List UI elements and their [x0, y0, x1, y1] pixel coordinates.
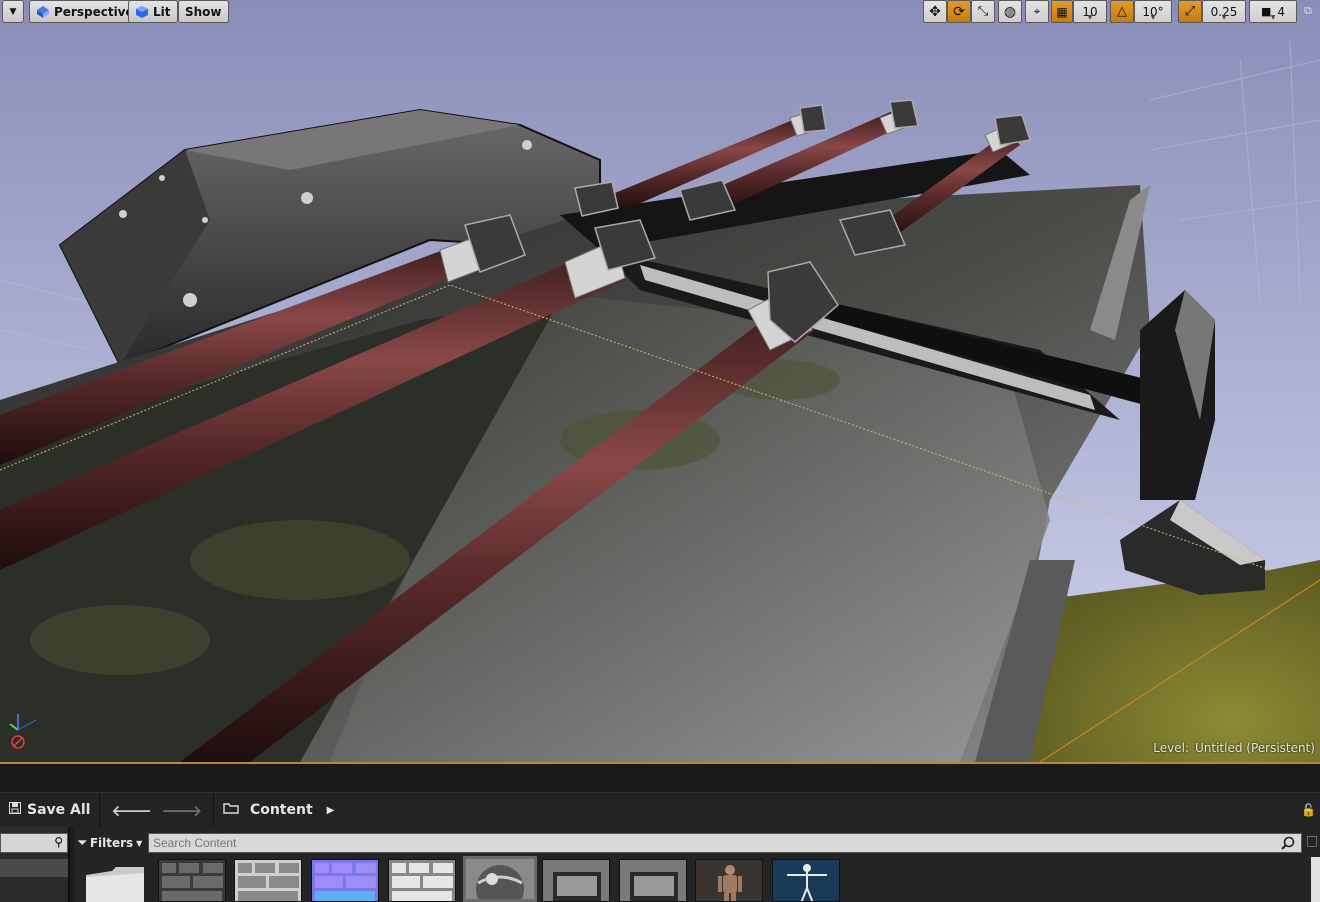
search-icon — [1281, 836, 1295, 855]
cube-outline-icon — [36, 5, 50, 19]
texture-thumbnail — [235, 860, 301, 901]
scale-snap-toggle[interactable]: ⤢ — [1178, 0, 1202, 23]
chevron-down-icon: ▼ — [1150, 14, 1156, 21]
lock-icon[interactable]: 🔓 — [1301, 803, 1316, 817]
asset-tile-texture[interactable] — [158, 859, 226, 902]
globe-icon: ◍ — [1003, 3, 1017, 20]
asset-tile-static-mesh[interactable] — [619, 859, 687, 902]
save-all-label: Save All — [27, 802, 91, 818]
surface-snap-icon: ⌖ — [1033, 4, 1041, 18]
asset-tile-texture[interactable] — [234, 859, 302, 902]
show-button[interactable]: Show — [178, 0, 229, 23]
normal-map-thumbnail — [312, 860, 378, 901]
maximize-icon: ⧉ — [1304, 4, 1312, 17]
back-arrow-icon[interactable]: 🡐 — [111, 801, 151, 820]
coordinate-space-button[interactable]: ◍ — [998, 0, 1022, 23]
level-viewport[interactable]: ▼ Perspective Lit Show ✥ ⟳ ⤡ ◍ ⌖ ▦ 10 ▼ … — [0, 0, 1320, 762]
rotation-snap-value-dropdown[interactable]: 10° ▼ — [1134, 0, 1172, 23]
panel-splitter[interactable] — [0, 762, 1320, 792]
surface-snap-button[interactable]: ⌖ — [1025, 0, 1049, 23]
asset-tile-static-mesh[interactable] — [542, 859, 610, 902]
save-search-icon[interactable] — [1307, 836, 1317, 847]
forward-arrow-icon[interactable]: 🡒 — [162, 801, 202, 820]
axis-gizmo — [9, 714, 37, 749]
show-label: Show — [185, 4, 222, 19]
grid-snap-value-dropdown[interactable]: 10 ▼ — [1073, 0, 1107, 23]
filters-button[interactable]: ⏷ Filters ▼ — [78, 833, 142, 853]
mask-texture-thumbnail — [389, 860, 455, 901]
asset-tile-material[interactable] — [463, 856, 537, 902]
rotate-tool-button[interactable]: ⟳ — [947, 0, 971, 23]
search-placeholder: Search Content — [153, 836, 237, 850]
asset-view: ⏷ Filters ▼ Search Content — [74, 827, 1320, 902]
grid-icon: ▦ — [1056, 4, 1068, 19]
scene-render — [0, 0, 1320, 762]
viewport-options-button[interactable]: ▼ — [2, 0, 24, 23]
folder-search-input[interactable]: ⚲ — [0, 833, 68, 853]
folder-tree-selected-item[interactable] — [0, 859, 68, 877]
breadcrumb-content[interactable]: Content — [250, 802, 313, 818]
content-browser-toolbar: Save All 🡐 🡒 Content ▶ 🔓 — [0, 792, 1320, 828]
texture-thumbnail — [159, 860, 225, 901]
chevron-down-icon: ▼ — [1270, 14, 1276, 21]
scale-snap-value-dropdown[interactable]: 0.25 ▼ — [1202, 0, 1246, 23]
lit-cube-icon — [135, 5, 149, 19]
static-mesh-thumbnail — [543, 860, 609, 901]
level-prefix: Level: — [1153, 741, 1189, 755]
scale-tool-button[interactable]: ⤡ — [971, 0, 995, 23]
asset-tile-texture[interactable] — [388, 859, 456, 902]
folder-open-icon — [223, 802, 239, 818]
sources-panel: ⚲ — [0, 827, 70, 902]
chevron-right-icon[interactable]: ▶ — [327, 805, 335, 816]
angle-icon: △ — [1117, 4, 1127, 19]
move-arrows-icon: ✥ — [929, 3, 941, 20]
rotate-icon: ⟳ — [953, 3, 965, 20]
content-browser-body: ⚲ ⏷ Filters ▼ Search Content — [0, 827, 1320, 902]
view-mode-button[interactable]: Lit — [128, 0, 178, 23]
camera-speed-dropdown[interactable]: ■ 4 ▼ — [1249, 0, 1297, 23]
perspective-button[interactable]: Perspective — [29, 0, 141, 23]
asset-tile-skeletal-mesh[interactable] — [695, 859, 763, 902]
folder-icon — [86, 867, 144, 902]
asset-tile-texture[interactable] — [311, 859, 379, 902]
asset-tile-folder[interactable] — [82, 859, 150, 902]
scale-arrow-icon: ⤢ — [1184, 4, 1196, 19]
rotation-snap-toggle[interactable]: △ — [1110, 0, 1134, 23]
chevron-down-icon: ▼ — [9, 6, 17, 17]
grid-snap-toggle[interactable]: ▦ — [1051, 0, 1073, 23]
perspective-label: Perspective — [54, 4, 134, 19]
skeleton-thumbnail — [773, 860, 839, 901]
asset-search-input[interactable]: Search Content — [148, 833, 1302, 853]
breadcrumb: Content ▶ — [214, 793, 343, 828]
scale-icon: ⤡ — [977, 4, 989, 19]
material-sphere-thumbnail — [466, 859, 534, 899]
view-mode-label: Lit — [153, 4, 171, 19]
chevron-down-icon: ▼ — [136, 838, 143, 848]
chevron-down-icon: ▼ — [1087, 14, 1093, 21]
camera-speed-value: 4 — [1277, 4, 1286, 19]
translate-tool-button[interactable]: ✥ — [923, 0, 947, 23]
save-icon — [9, 802, 21, 818]
filter-funnel-icon: ⏷ — [78, 836, 87, 849]
maximize-viewport-button[interactable]: ⧉ — [1304, 4, 1316, 18]
mannequin-thumbnail — [696, 860, 762, 901]
search-icon: ⚲ — [54, 835, 63, 849]
static-mesh-thumbnail — [620, 860, 686, 901]
chevron-down-icon: ▼ — [1221, 14, 1227, 21]
asset-tile-skeleton[interactable] — [772, 859, 840, 902]
history-nav: 🡐 🡒 — [100, 792, 214, 828]
asset-view-scrollbar[interactable] — [1311, 857, 1320, 902]
level-name: Untitled (Persistent) — [1194, 741, 1315, 755]
save-all-button[interactable]: Save All — [0, 792, 101, 828]
current-level-label: Level: Untitled (Persistent) — [1147, 741, 1315, 755]
filters-label: Filters — [89, 836, 134, 850]
